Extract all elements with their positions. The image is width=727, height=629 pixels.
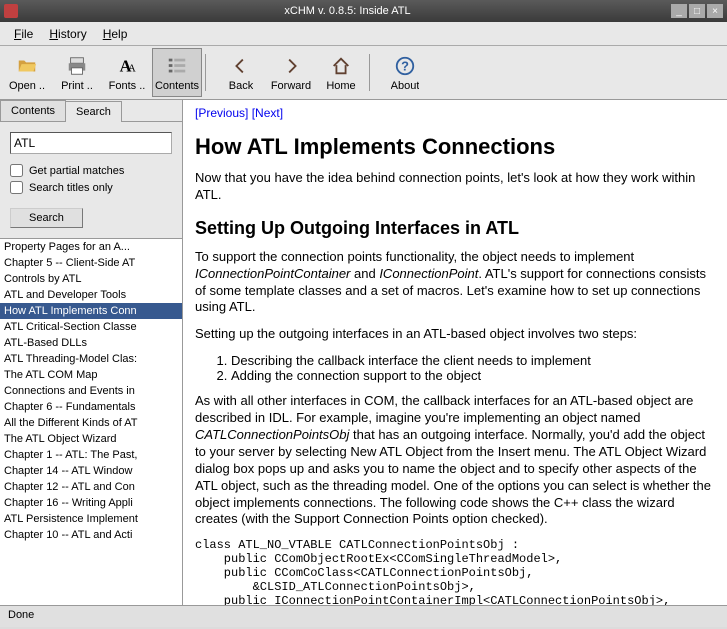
statusbar: Done xyxy=(0,605,727,627)
forward-icon xyxy=(280,54,302,78)
home-icon xyxy=(330,54,352,78)
toolbar: Open ..Print ..AAFonts ..Contents BackFor… xyxy=(0,46,727,100)
paragraph: As with all other interfaces in COM, the… xyxy=(195,393,715,528)
result-item[interactable]: Chapter 1 -- ATL: The Past, xyxy=(0,447,182,463)
contents-button[interactable]: Contents xyxy=(152,48,202,97)
contents-icon xyxy=(166,54,188,78)
close-button[interactable]: × xyxy=(707,4,723,18)
next-link[interactable]: [Next] xyxy=(252,106,283,120)
previous-link[interactable]: [Previous] xyxy=(195,106,248,120)
tab-search[interactable]: Search xyxy=(65,101,122,122)
page-heading: How ATL Implements Connections xyxy=(195,134,715,160)
result-item[interactable]: Chapter 16 -- Writing Appli xyxy=(0,495,182,511)
back-icon xyxy=(230,54,252,78)
partial-matches-label: Get partial matches xyxy=(29,165,124,177)
titles-only-label: Search titles only xyxy=(29,182,113,194)
menu-file[interactable]: File xyxy=(6,25,41,43)
menubar: File History Help xyxy=(0,22,727,46)
print-button[interactable]: Print .. xyxy=(52,48,102,97)
section-heading: Setting Up Outgoing Interfaces in ATL xyxy=(195,218,715,239)
minimize-button[interactable]: _ xyxy=(671,4,687,18)
result-item[interactable]: ATL and Developer Tools xyxy=(0,287,182,303)
result-item[interactable]: The ATL Object Wizard xyxy=(0,431,182,447)
app-icon xyxy=(4,4,18,18)
fonts-icon: AA xyxy=(116,54,138,78)
print-icon xyxy=(66,54,88,78)
paragraph: Setting up the outgoing interfaces in an… xyxy=(195,326,715,343)
back-button[interactable]: Back xyxy=(216,48,266,97)
steps-list: Describing the callback interface the cl… xyxy=(231,353,715,383)
list-item: Adding the connection support to the obj… xyxy=(231,368,715,383)
svg-text:?: ? xyxy=(401,58,409,73)
sidebar: Contents Search Get partial matches Sear… xyxy=(0,100,183,605)
result-item[interactable]: Controls by ATL xyxy=(0,271,182,287)
result-item[interactable]: Chapter 5 -- Client-Side AT xyxy=(0,255,182,271)
result-item[interactable]: How ATL Implements Conn xyxy=(0,303,182,319)
nav-links: [Previous] [Next] xyxy=(195,106,715,120)
sidebar-tabs: Contents Search xyxy=(0,100,182,122)
list-item: Describing the callback interface the cl… xyxy=(231,353,715,368)
home-button[interactable]: Home xyxy=(316,48,366,97)
paragraph: To support the connection points functio… xyxy=(195,249,715,317)
result-item[interactable]: ATL Persistence Implement xyxy=(0,511,182,527)
search-input[interactable] xyxy=(10,132,172,154)
result-item[interactable]: ATL Critical-Section Classe xyxy=(0,319,182,335)
about-button[interactable]: ?About xyxy=(380,48,430,97)
menu-help[interactable]: Help xyxy=(95,25,136,43)
result-item[interactable]: ATL Threading-Model Clas: xyxy=(0,351,182,367)
about-icon: ? xyxy=(394,54,416,78)
titles-only-checkbox[interactable] xyxy=(10,181,23,194)
open-button[interactable]: Open .. xyxy=(2,48,52,97)
result-item[interactable]: All the Different Kinds of AT xyxy=(0,415,182,431)
result-item[interactable]: Chapter 12 -- ATL and Con xyxy=(0,479,182,495)
result-item[interactable]: The ATL COM Map xyxy=(0,367,182,383)
maximize-button[interactable]: □ xyxy=(689,4,705,18)
tab-contents[interactable]: Contents xyxy=(0,100,66,121)
content-pane[interactable]: [Previous] [Next] How ATL Implements Con… xyxy=(183,100,727,605)
forward-button[interactable]: Forward xyxy=(266,48,316,97)
code-block: class ATL_NO_VTABLE CATLConnectionPoints… xyxy=(195,538,715,605)
result-item[interactable]: Connections and Events in xyxy=(0,383,182,399)
open-icon xyxy=(16,54,38,78)
result-item[interactable]: ATL-Based DLLs xyxy=(0,335,182,351)
search-results[interactable]: Property Pages for an A...Chapter 5 -- C… xyxy=(0,238,182,605)
search-button[interactable]: Search xyxy=(10,208,83,228)
result-item[interactable]: Property Pages for an A... xyxy=(0,239,182,255)
partial-matches-checkbox[interactable] xyxy=(10,164,23,177)
search-panel: Get partial matches Search titles only S… xyxy=(0,122,182,238)
paragraph: Now that you have the idea behind connec… xyxy=(195,170,715,204)
menu-history[interactable]: History xyxy=(41,25,94,43)
fonts-button[interactable]: AAFonts .. xyxy=(102,48,152,97)
svg-text:A: A xyxy=(128,62,136,74)
titlebar: xCHM v. 0.8.5: Inside ATL _ □ × xyxy=(0,0,727,22)
result-item[interactable]: Chapter 14 -- ATL Window xyxy=(0,463,182,479)
window-title: xCHM v. 0.8.5: Inside ATL xyxy=(24,5,671,17)
result-item[interactable]: Chapter 10 -- ATL and Acti xyxy=(0,527,182,543)
result-item[interactable]: Chapter 6 -- Fundamentals xyxy=(0,399,182,415)
